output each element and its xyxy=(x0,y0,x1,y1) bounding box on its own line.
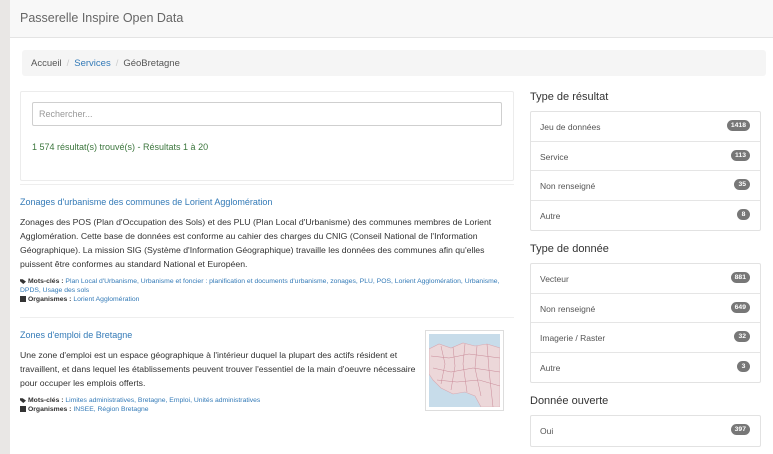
facet-item[interactable]: Imagerie / Raster 32 xyxy=(531,323,760,353)
result-description: Zonages des POS (Plan d'Occupation des S… xyxy=(20,217,492,269)
count-badge: 8 xyxy=(737,208,750,220)
facet-item[interactable]: Oui 397 xyxy=(531,416,760,446)
breadcrumb-home[interactable]: Accueil xyxy=(31,58,62,69)
count-badge: 881 xyxy=(730,272,750,283)
breadcrumb-separator: / xyxy=(66,58,70,69)
facet-item-label: Imagerie / Raster xyxy=(540,333,606,343)
divider xyxy=(20,184,514,185)
facet-item-label: Autre xyxy=(540,362,561,373)
facet-item-label: Non renseigné xyxy=(540,303,596,314)
keyword-links[interactable]: Plan Local d'Urbanisme, Urbanisme et fon… xyxy=(20,278,499,294)
organisms-label: Organismes : xyxy=(28,296,72,303)
count-badge: 113 xyxy=(731,149,750,161)
count-badge: 649 xyxy=(730,301,750,313)
breadcrumb: Accueil / Services / GéoBretagne xyxy=(22,50,766,76)
result-item: Zones d'emploi de Bretagne Une zone d'em… xyxy=(20,330,514,430)
facet-list-open-data: Oui 397 xyxy=(530,415,761,447)
facet-title-open-data: Donnée ouverte xyxy=(530,395,609,407)
result-organisms: Organismes : INSEE, Région Bretagne xyxy=(20,405,420,414)
top-navbar: Passerelle Inspire Open Data xyxy=(10,0,773,38)
facet-title-data-type: Type de donnée xyxy=(530,243,609,255)
facet-item[interactable]: Autre 8 xyxy=(531,201,760,231)
facet-item[interactable]: Jeu de données 1418 xyxy=(531,112,760,142)
page-content: Accueil / Services / GéoBretagne 1 574 résul… xyxy=(10,38,773,454)
facet-item-label: Autre xyxy=(540,210,561,221)
facet-title-result-type: Type de résultat xyxy=(530,91,609,103)
keyword-links[interactable]: Limites administratives, Bretagne, Emplo… xyxy=(65,397,260,404)
facet-item-label: Jeu de données xyxy=(540,122,601,132)
result-item: Zonages d'urbanisme des communes de Lori… xyxy=(20,197,514,304)
result-description: Une zone d'emploi est un espace géograph… xyxy=(20,350,416,388)
facet-item[interactable]: Autre 3 xyxy=(531,353,760,383)
result-keywords: Mots-clés : Plan Local d'Urbanisme, Urba… xyxy=(20,277,514,295)
facet-item[interactable]: Service 113 xyxy=(531,142,760,171)
divider xyxy=(20,317,514,318)
keywords-label: Mots-clés : xyxy=(28,397,64,404)
site-brand[interactable]: Passerelle Inspire Open Data xyxy=(20,11,183,25)
organism-link[interactable]: Lorient Agglomération xyxy=(73,296,139,303)
organism-link[interactable]: INSEE, Région Bretagne xyxy=(73,406,148,413)
result-title[interactable]: Zones d'emploi de Bretagne xyxy=(20,330,420,340)
tags-icon xyxy=(20,279,26,284)
facets-sidebar: Type de résultat Jeu de données 1418 Serv… xyxy=(530,91,761,454)
count-badge: 1418 xyxy=(726,120,750,131)
result-organisms: Organismes : Lorient Agglomération xyxy=(20,295,514,304)
count-badge: 35 xyxy=(734,179,750,190)
facet-item-label: Non renseigné xyxy=(540,181,596,191)
organisms-label: Organismes : xyxy=(28,406,72,413)
facet-item[interactable]: Non renseigné 649 xyxy=(531,294,760,323)
results-list: Zonages d'urbanisme des communes de Lori… xyxy=(20,184,514,430)
facet-item[interactable]: Vecteur 881 xyxy=(531,264,760,294)
facet-item-label: Vecteur xyxy=(540,274,569,284)
facet-item[interactable]: Non renseigné 35 xyxy=(531,171,760,201)
result-keywords: Mots-clés : Limites administratives, Bre… xyxy=(20,396,420,405)
brittany-map-image xyxy=(429,334,500,407)
search-input[interactable] xyxy=(32,102,502,126)
result-text: Zones d'emploi de Bretagne Une zone d'em… xyxy=(20,330,420,414)
count-badge: 3 xyxy=(737,360,750,372)
breadcrumb-services[interactable]: Services xyxy=(74,58,110,69)
count-badge: 32 xyxy=(734,331,750,342)
building-icon xyxy=(20,406,26,412)
result-count: 1 574 résultat(s) trouvé(s) - Résultats … xyxy=(32,142,209,152)
map-thumbnail[interactable] xyxy=(425,330,504,411)
facet-item-label: Service xyxy=(540,151,569,162)
facet-list-result-type: Jeu de données 1418 Service 113 Non rensei… xyxy=(530,111,761,231)
facet-list-data-type: Vecteur 881 Non renseigné 649 Imagerie / R… xyxy=(530,263,761,383)
tags-icon xyxy=(20,398,26,403)
breadcrumb-current: GéoBretagne xyxy=(123,58,180,69)
facet-item-label: Oui xyxy=(540,426,554,436)
search-panel: 1 574 résultat(s) trouvé(s) - Résultats … xyxy=(20,91,514,181)
result-title[interactable]: Zonages d'urbanisme des communes de Lori… xyxy=(20,197,514,207)
building-icon xyxy=(20,296,26,302)
keywords-label: Mots-clés : xyxy=(28,278,64,285)
breadcrumb-separator: / xyxy=(115,58,119,69)
count-badge: 397 xyxy=(730,424,750,435)
